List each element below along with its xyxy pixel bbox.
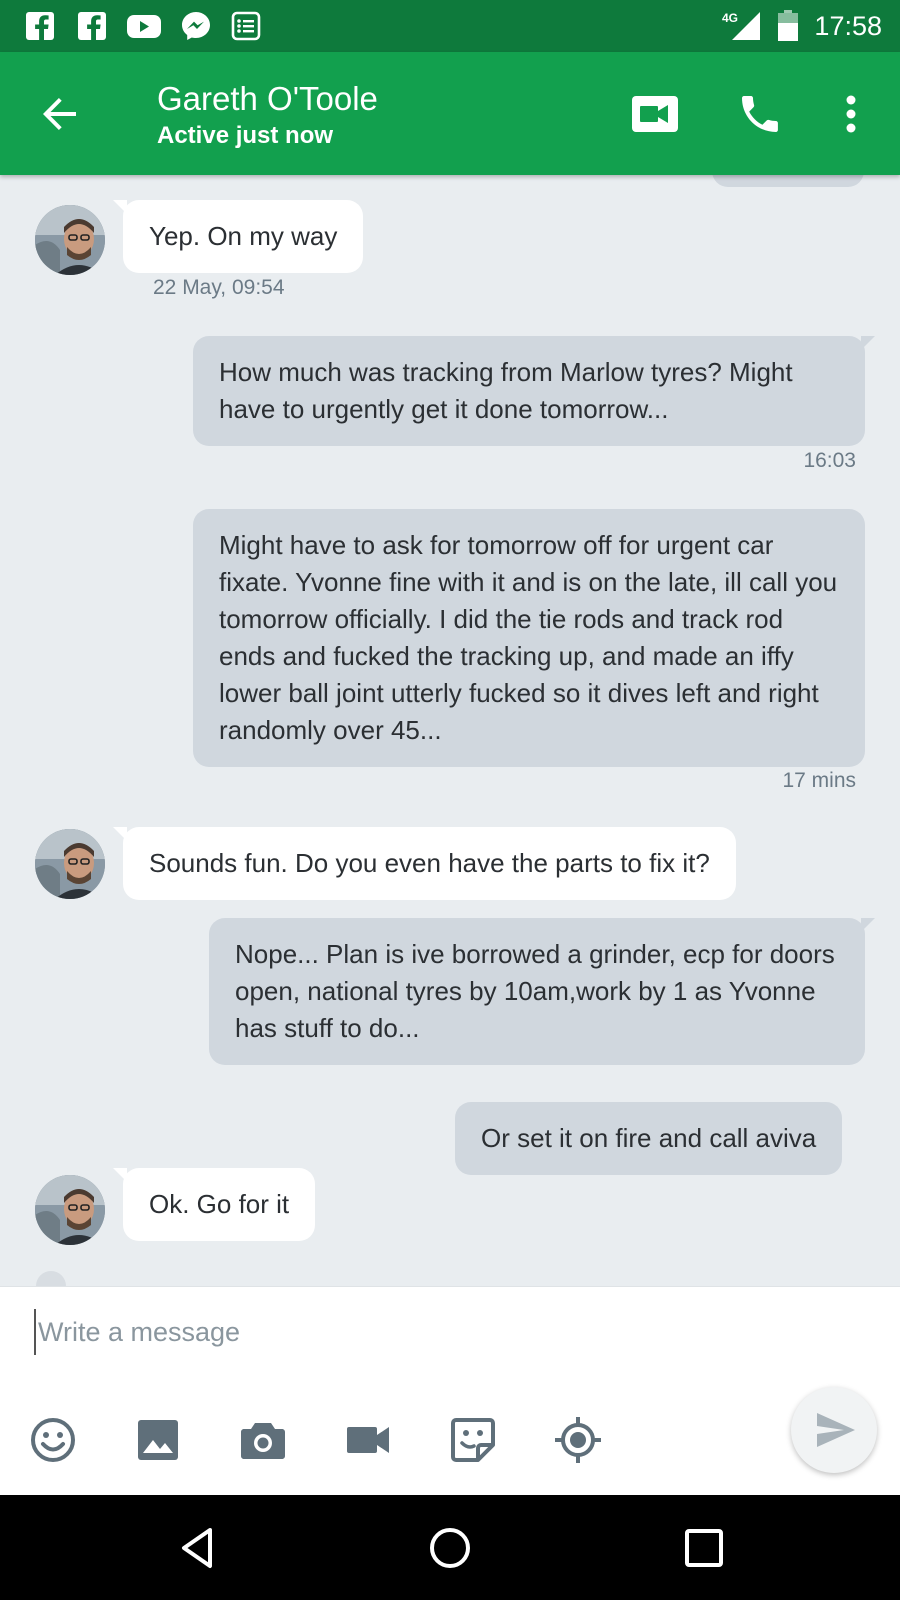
more-options-icon[interactable] [836, 90, 866, 138]
facebook-icon [26, 12, 54, 41]
facebook-icon [78, 12, 106, 41]
phone-icon[interactable] [736, 90, 784, 138]
back-nav-icon[interactable] [172, 1523, 222, 1573]
incoming-message[interactable]: Sounds fun. Do you even have the parts t… [113, 827, 736, 900]
back-arrow-icon[interactable] [36, 90, 84, 138]
send-icon [817, 1413, 855, 1447]
emoji-icon[interactable] [28, 1415, 78, 1465]
message-composer [0, 1286, 900, 1495]
contact-avatar[interactable] [35, 1175, 105, 1245]
seen-indicator-avatar [36, 1271, 66, 1286]
camera-icon[interactable] [238, 1415, 288, 1465]
message-list[interactable]: Yep. On my way 22 May, 09:54 How much wa… [0, 175, 900, 1286]
status-bar: 4G 17:58 [0, 0, 900, 52]
conversation-header: Gareth O'Toole Active just now [0, 52, 900, 175]
avatar-photo [35, 1175, 105, 1245]
previous-message-bubble [712, 175, 864, 187]
recents-nav-icon[interactable] [679, 1523, 729, 1573]
youtube-icon [127, 15, 161, 38]
signal-icon: 4G [722, 11, 761, 40]
outgoing-message[interactable]: Nope... Plan is ive borrowed a grinder, … [209, 918, 875, 1065]
message-timestamp: 17 mins [782, 769, 856, 792]
message-input[interactable] [34, 1309, 734, 1355]
sticker-icon[interactable] [448, 1415, 498, 1465]
news-icon [231, 11, 261, 41]
outgoing-message[interactable]: Or set it on fire and call aviva [455, 1102, 843, 1175]
video-icon[interactable] [343, 1415, 393, 1465]
contact-status: Active just now [157, 122, 334, 149]
message-timestamp: 22 May, 09:54 [153, 276, 285, 299]
contact-name[interactable]: Gareth O'Toole [157, 80, 378, 118]
outgoing-message[interactable]: How much was tracking from Marlow tyres?… [193, 336, 875, 446]
clock: 17:58 [814, 10, 882, 41]
gallery-icon[interactable] [133, 1415, 183, 1465]
battery-icon [778, 10, 799, 41]
home-nav-icon[interactable] [425, 1523, 475, 1573]
messenger-icon [182, 12, 210, 40]
outgoing-message[interactable]: Might have to ask for tomorrow off for u… [193, 509, 865, 767]
video-call-icon[interactable] [630, 92, 680, 136]
message-timestamp: 16:03 [803, 449, 856, 472]
network-type: 4G [722, 11, 738, 25]
contact-avatar[interactable] [35, 205, 105, 275]
location-icon[interactable] [553, 1415, 603, 1465]
send-button[interactable] [791, 1387, 877, 1473]
contact-avatar[interactable] [35, 829, 105, 899]
incoming-message[interactable]: Yep. On my way [112, 200, 364, 273]
avatar-photo [35, 829, 105, 899]
navigation-bar [0, 1495, 900, 1600]
incoming-message[interactable]: Ok. Go for it [112, 1168, 316, 1241]
avatar-photo [35, 205, 105, 275]
